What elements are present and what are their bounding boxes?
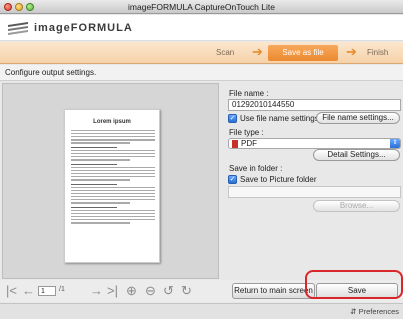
zoom-in-icon[interactable]: ⊕ (126, 283, 137, 299)
prev-page-icon[interactable]: ← (22, 283, 35, 299)
preview-pane: Lorem ipsum (2, 83, 219, 279)
save-in-folder-label: Save in folder : (229, 164, 283, 173)
brand-name: imageFORMULA (34, 22, 133, 34)
settings-panel: File name : 01292010144550 ✓ Use file na… (224, 83, 403, 279)
preferences-icon: ⇵ (350, 307, 357, 316)
save-to-picture-folder-label: Save to Picture folder (240, 175, 317, 184)
page-number-input[interactable]: 1 (38, 286, 56, 296)
window-title: imageFORMULA CaptureOnTouch Lite (128, 2, 275, 12)
chevron-down-icon: ⇕ (390, 139, 400, 148)
first-page-icon[interactable]: |< (6, 283, 17, 299)
use-file-name-settings-checkbox[interactable]: ✓ (228, 114, 237, 123)
file-type-select[interactable]: PDF ⇕ (228, 138, 401, 149)
zoom-window-button[interactable] (26, 3, 34, 11)
browse-button[interactable]: Browse... (313, 200, 400, 212)
save-button-highlight (305, 270, 403, 299)
use-file-name-settings-label: Use file name settings (240, 114, 319, 123)
page-total: /1 (59, 286, 65, 293)
document-title: Lorem ipsum (93, 119, 131, 125)
return-to-main-screen-button[interactable]: Return to main screen (232, 283, 315, 299)
window-titlebar: imageFORMULA CaptureOnTouch Lite (0, 0, 403, 14)
document-text-lines (71, 130, 155, 225)
save-to-picture-folder-checkbox[interactable]: ✓ (228, 175, 237, 184)
step-bar: Scan ➔ Save as file ➔ Finish (0, 42, 403, 64)
instructions-text: Configure output settings. (0, 65, 403, 81)
preferences-label: Preferences (358, 307, 399, 316)
step-arrow-icon: ➔ (346, 44, 357, 59)
detail-settings-button[interactable]: Detail Settings... (313, 149, 400, 161)
file-type-label: File type : (229, 128, 264, 137)
rotate-left-icon[interactable]: ↺ (163, 283, 174, 299)
minimize-window-button[interactable] (15, 3, 23, 11)
document-thumbnail: Lorem ipsum (64, 109, 160, 263)
close-window-button[interactable] (4, 3, 12, 11)
folder-path-field[interactable] (228, 186, 401, 198)
file-name-field[interactable]: 01292010144550 (228, 99, 401, 111)
step-scan: Scan (216, 48, 235, 57)
status-bar: ⇵ Preferences (0, 303, 403, 319)
rotate-right-icon[interactable]: ↻ (181, 283, 192, 299)
last-page-icon[interactable]: >| (107, 283, 118, 299)
viewer-toolbar: |< ← 1 /1 → >| ⊕ ⊖ ↺ ↻ (0, 280, 220, 302)
pdf-icon (232, 140, 238, 148)
file-name-settings-button[interactable]: File name settings... (316, 112, 400, 124)
step-finish: Finish (367, 48, 389, 57)
brand-logo-icon (8, 22, 28, 35)
step-save-as-file: Save as file (268, 45, 338, 61)
brand-bar: imageFORMULA (0, 15, 403, 41)
file-type-value: PDF (241, 139, 257, 148)
preferences-button[interactable]: ⇵ Preferences (350, 307, 399, 316)
zoom-out-icon[interactable]: ⊖ (145, 283, 156, 299)
file-name-label: File name : (229, 89, 269, 98)
step-arrow-icon: ➔ (252, 44, 263, 59)
next-page-icon[interactable]: → (90, 283, 103, 299)
